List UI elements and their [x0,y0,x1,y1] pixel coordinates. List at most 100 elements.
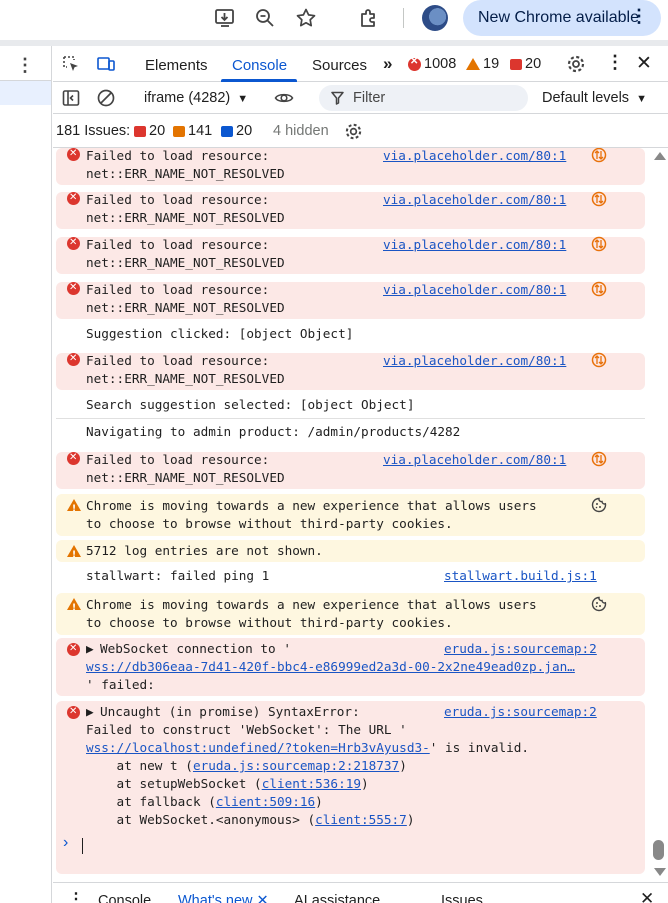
source-link[interactable]: via.placeholder.com/80:1 [383,451,566,469]
page-menu-icon[interactable]: ⋮ [16,56,34,74]
expand-arrow-icon[interactable]: ▶ [86,640,94,658]
issues-red-count: 20 [149,123,166,139]
source-link[interactable]: via.placeholder.com/80:1 [383,148,566,165]
error-icon [67,449,80,467]
drawer-tab-whats-new[interactable]: What's new ✕ [178,893,269,903]
issues-hidden[interactable]: 4 hidden [273,123,329,139]
message-text: net::ERR_NAME_NOT_RESOLVED [86,470,285,485]
network-request-icon[interactable] [591,236,607,252]
stack-frame-text: at fallback ( [86,794,216,809]
websocket-url-link[interactable]: wss://db306eaa-7d41-420f-bbc4-e86999ed2a… [86,658,575,676]
source-link[interactable]: eruda.js:sourcemap:2 [444,640,597,658]
close-drawer-icon[interactable]: ✕ [640,889,654,903]
message-text: Failed to load resource: [86,148,270,163]
drawer-tab-ai-assistance[interactable]: AI assistance [294,893,380,903]
source-link[interactable]: eruda.js:sourcemap:2 [444,703,597,721]
console-warning-message: Chrome is moving towards a new experienc… [56,593,645,635]
console-input[interactable] [82,838,83,854]
source-link[interactable]: via.placeholder.com/80:1 [383,281,566,299]
selected-row[interactable] [0,81,51,105]
drawer-tab-issues[interactable]: Issues [441,893,483,903]
settings-gear-icon[interactable] [566,54,586,74]
clear-console-icon[interactable] [96,88,116,108]
error-icon [67,279,80,297]
device-toolbar-icon[interactable] [96,54,116,74]
source-link[interactable]: via.placeholder.com/80:1 [383,191,566,209]
console-warning-message: 5712 log entries are not shown. [56,540,645,564]
console-scrollbar[interactable] [651,148,668,890]
drawer-tabbar: ⋮ Console What's new ✕ AI assistance Iss… [53,882,668,903]
issues-blue-count: 20 [236,123,253,139]
filter-input[interactable] [353,89,513,107]
sidebar-toggle-icon[interactable] [61,88,81,108]
live-expression-eye-icon[interactable] [274,88,294,108]
tab-sources[interactable]: Sources [312,57,367,74]
tab-console[interactable]: Console [232,57,287,74]
more-tabs-icon[interactable]: » [383,54,392,74]
more-vert-icon[interactable]: ⋮ [630,6,648,27]
stack-frame-link[interactable]: client:509:16 [216,794,315,809]
extensions-icon[interactable] [357,6,381,30]
source-link[interactable]: via.placeholder.com/80:1 [383,236,566,254]
cookie-icon[interactable] [591,596,607,612]
scroll-up-icon[interactable] [654,152,666,160]
network-request-icon[interactable] [591,191,607,207]
websocket-url-link[interactable]: wss://localhost:undefined/?token=Hrb3vAy… [86,740,430,755]
stack-frame-link[interactable]: eruda.js:sourcemap:2:218737 [193,758,399,773]
error-icon [67,703,80,721]
issues-orange[interactable]: 141 [173,123,212,139]
warning-icon [67,499,81,518]
close-icon[interactable]: ✕ [257,893,269,903]
stack-frame: at WebSocket.<anonymous> (client:555:7) [86,811,415,829]
drawer-menu-icon[interactable]: ⋮ [68,889,84,903]
issues-red[interactable]: 20 [134,123,165,139]
message-text: Failed to load resource: [86,452,270,467]
warning-icon [67,598,81,617]
chevron-down-icon: ▼ [636,93,647,105]
network-request-icon[interactable] [591,281,607,297]
issue-info-icon [221,125,233,137]
source-link[interactable]: stallwart.build.js:1 [444,567,597,585]
scrollbar-thumb[interactable] [653,840,664,860]
inspect-element-icon[interactable] [61,54,81,74]
message-text: net::ERR_NAME_NOT_RESOLVED [86,371,285,386]
issues-counter[interactable]: 20 [510,56,541,72]
close-devtools-icon[interactable]: ✕ [636,52,652,75]
update-chrome-label: New Chrome available [478,9,639,26]
issues-settings-gear-icon[interactable] [344,122,363,141]
context-selector[interactable]: iframe (4282) ▼ [144,90,248,106]
stack-frame-link[interactable]: client:536:19 [262,776,361,791]
console-warning-message: Chrome is moving towards a new experienc… [56,494,645,536]
stack-frame-text: at setupWebSocket ( [86,776,262,791]
network-request-icon[interactable] [591,451,607,467]
message-text: Search suggestion selected: [object Obje… [86,397,415,412]
install-app-icon[interactable] [213,6,237,30]
source-link[interactable]: via.placeholder.com/80:1 [383,352,566,370]
issue-icon [510,58,522,70]
scroll-down-icon[interactable] [654,868,666,876]
filter-field[interactable] [319,85,528,111]
log-levels-dropdown[interactable]: Default levels ▼ [542,90,647,106]
profile-avatar[interactable] [422,5,448,31]
stack-frame-link[interactable]: client:555:7 [315,812,407,827]
zoom-icon[interactable] [253,6,277,30]
error-counter[interactable]: 1008 [408,56,456,72]
more-options-icon[interactable]: ⋮ [606,52,624,73]
expand-arrow-icon[interactable]: ▶ [86,703,94,721]
console-error-message: Failed to load resource: net::ERR_NAME_N… [56,449,645,489]
update-chrome-button[interactable]: New Chrome available ⋮ [463,0,661,36]
drawer-tab-console[interactable]: Console [98,893,151,903]
message-text: net::ERR_NAME_NOT_RESOLVED [86,255,285,270]
network-request-icon[interactable] [591,352,607,368]
issues-summary[interactable]: 181 Issues: [56,123,130,139]
issues-blue[interactable]: 20 [221,123,252,139]
cookie-icon[interactable] [591,497,607,513]
tab-elements[interactable]: Elements [145,57,208,74]
warning-icon [67,545,81,564]
warning-counter[interactable]: 19 [466,56,499,72]
console-prompt-chevron-icon: › [63,834,69,851]
stack-frame: at fallback (client:509:16) [86,793,323,811]
network-request-icon[interactable] [591,148,607,163]
message-text: Navigating to admin product: /admin/prod… [86,424,461,439]
bookmark-star-icon[interactable] [294,6,318,30]
